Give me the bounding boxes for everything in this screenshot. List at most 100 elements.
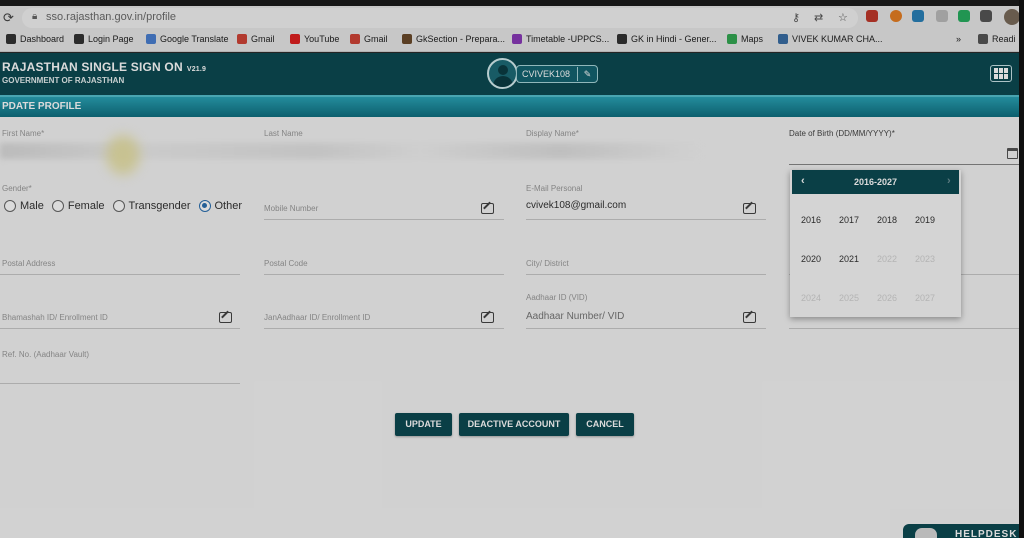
lock-icon[interactable]: 🔒︎ xyxy=(32,11,37,22)
bookmarks-overflow-button[interactable]: » xyxy=(956,34,961,44)
section-header: PDATE PROFILE xyxy=(0,95,1024,117)
bookmark-label: Gmail xyxy=(251,34,275,44)
year-option[interactable]: 2016 xyxy=(792,215,830,225)
edit-icon[interactable]: ✎ xyxy=(577,67,597,81)
gender-option-transgender[interactable]: Transgender xyxy=(109,200,191,212)
bookmark-item[interactable]: Timetable -UPPCS... xyxy=(512,34,609,44)
extension-icon[interactable] xyxy=(912,10,924,22)
app-title-text: RAJASTHAN SINGLE SIGN ON xyxy=(2,60,183,74)
aadhaar-label: Aadhaar ID (VID) xyxy=(526,293,588,302)
calendar-icon[interactable] xyxy=(1007,148,1018,159)
update-button[interactable]: UPDATE xyxy=(395,413,452,436)
user-icon xyxy=(498,65,508,75)
year-option: 2022 xyxy=(876,254,898,264)
radio-label: Transgender xyxy=(128,200,191,212)
bookmark-item[interactable]: GK in Hindi - Gener... xyxy=(617,34,717,44)
bookmark-item[interactable]: YouTube xyxy=(290,34,339,44)
ref-no-input[interactable]: Ref. No. (Aadhaar Vault) xyxy=(2,350,89,359)
gender-option-female[interactable]: Female xyxy=(48,200,105,212)
url-box[interactable]: 🔒︎ sso.rajasthan.gov.in/profile ⚷ ⇄ ☆ xyxy=(22,8,858,28)
display-name-label: Display Name* xyxy=(526,129,579,138)
extension-icon[interactable] xyxy=(936,10,948,22)
janaadhaar-input[interactable]: JanAadhaar ID/ Enrollment ID xyxy=(264,313,370,322)
translate-icon[interactable]: ⇄ xyxy=(814,11,823,24)
key-icon[interactable]: ⚷ xyxy=(792,11,800,24)
bookmark-label: Login Page xyxy=(88,34,134,44)
bookmark-item[interactable]: Dashboard xyxy=(6,34,64,44)
radio-button[interactable] xyxy=(112,200,125,212)
edit-icon[interactable] xyxy=(481,203,494,214)
bookmark-item[interactable]: Gmail xyxy=(237,34,275,44)
app-subtitle: GOVERNMENT OF RAJASTHAN xyxy=(2,76,125,85)
bookmark-label: Google Translate xyxy=(160,34,229,44)
radio-label: Female xyxy=(67,200,105,212)
city-input[interactable]: City/ District xyxy=(526,259,569,268)
radio-button[interactable] xyxy=(4,200,16,212)
helpdesk-button[interactable]: HELPDESK xyxy=(903,524,1024,538)
bookmark-label: YouTube xyxy=(304,34,340,44)
bookmark-item[interactable]: Google Translate xyxy=(146,34,229,44)
reading-list-button[interactable]: Readi xyxy=(978,34,1016,44)
gender-option-male[interactable]: Male xyxy=(0,200,44,212)
edit-icon[interactable] xyxy=(743,203,756,214)
avatar[interactable] xyxy=(1004,9,1020,25)
radio-button[interactable] xyxy=(198,200,211,212)
app-header: RAJASTHAN SINGLE SIGN ON V21.9 GOVERNMENT… xyxy=(0,53,1024,95)
bookmark-item[interactable]: Gmail xyxy=(350,34,388,44)
edit-icon[interactable] xyxy=(743,312,756,323)
postal-address-input[interactable]: Postal Address xyxy=(2,259,55,268)
username-pill[interactable]: CVIVEK108 ✎ xyxy=(516,65,598,83)
star-icon[interactable]: ☆ xyxy=(838,11,848,24)
bhamashah-input[interactable]: Bhamashah ID/ Enrollment ID xyxy=(2,313,108,322)
bookmark-label: Dashboard xyxy=(20,34,65,44)
username: CVIVEK108 xyxy=(522,69,571,79)
radio-label: Other xyxy=(214,200,243,212)
edit-icon[interactable] xyxy=(219,312,232,323)
year-option[interactable]: 2021 xyxy=(830,254,868,264)
extension-icon[interactable] xyxy=(890,10,902,22)
year-range[interactable]: 2016-2027 xyxy=(792,177,959,187)
postal-code-input[interactable]: Postal Code xyxy=(264,259,308,268)
bookmark-item[interactable]: Maps xyxy=(727,34,763,44)
shield-icon[interactable] xyxy=(958,10,970,22)
year-option[interactable]: 2018 xyxy=(868,215,906,225)
page-body: RAJASTHAN SINGLE SIGN ON V21.9 GOVERNMENT… xyxy=(0,53,1024,538)
reading-list-icon xyxy=(978,34,988,44)
bookmark-label: GkSection - Prepara... xyxy=(416,34,506,44)
year-option: 2026 xyxy=(876,293,898,303)
edit-icon[interactable] xyxy=(481,312,494,323)
year-picker-header: ‹ 2016-2027 › xyxy=(792,170,959,194)
deactivate-account-button[interactable]: DEACTIVE ACCOUNT xyxy=(459,413,569,436)
year-option: 2024 xyxy=(800,293,822,303)
mobile-input[interactable]: Mobile Number xyxy=(264,204,318,213)
app-title: RAJASTHAN SINGLE SIGN ON V21.9 xyxy=(2,60,206,74)
bookmark-item[interactable]: GkSection - Prepara... xyxy=(402,34,505,44)
first-name-label: First Name* xyxy=(2,129,45,138)
bookmark-item[interactable]: VIVEK KUMAR CHA... xyxy=(778,34,883,44)
apps-grid-button[interactable] xyxy=(990,65,1012,82)
aadhaar-underline xyxy=(526,328,766,329)
year-option[interactable]: 2017 xyxy=(830,215,868,225)
bookmark-favicon-icon xyxy=(74,34,84,44)
blurred-name-fields[interactable] xyxy=(0,143,700,159)
reload-icon[interactable]: ⟳ xyxy=(3,10,14,26)
url-text[interactable]: sso.rajasthan.gov.in/profile xyxy=(46,11,176,23)
bookmark-favicon-icon xyxy=(146,34,156,44)
puzzle-icon[interactable] xyxy=(980,10,992,22)
year-option[interactable]: 2020 xyxy=(792,254,830,264)
dob-field[interactable] xyxy=(789,164,1019,165)
radio-button[interactable] xyxy=(51,200,64,212)
year-option[interactable]: 2019 xyxy=(906,215,944,225)
chevron-right-icon[interactable]: › xyxy=(947,175,951,187)
user-icon-body xyxy=(493,76,513,87)
bookmark-favicon-icon xyxy=(512,34,522,44)
bookmark-item[interactable]: Login Page xyxy=(74,34,134,44)
extension-icon[interactable] xyxy=(866,10,878,22)
avatar[interactable] xyxy=(487,58,518,89)
reading-list-label: Readi xyxy=(992,34,1016,44)
aadhaar-input[interactable]: Aadhaar Number/ VID xyxy=(526,311,624,322)
email-field[interactable]: cvivek108@gmail.com xyxy=(526,200,626,211)
cancel-button[interactable]: CANCEL xyxy=(576,413,634,436)
gender-option-other[interactable]: Other xyxy=(195,200,243,212)
bookmark-favicon-icon xyxy=(727,34,737,44)
